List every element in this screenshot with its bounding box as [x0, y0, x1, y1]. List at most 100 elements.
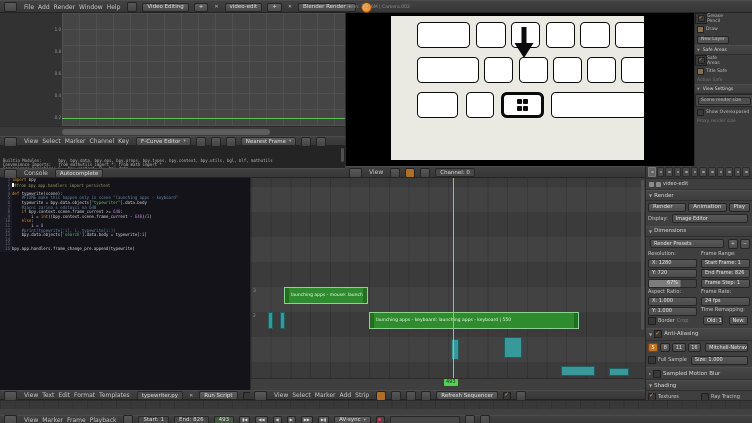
console-scrollbar[interactable]	[341, 148, 344, 162]
sequencer-view-icon[interactable]	[390, 168, 400, 178]
menu-item[interactable]: Text	[40, 392, 56, 399]
tab-constraints-icon[interactable]	[691, 167, 699, 177]
text-editor-type-icon[interactable]	[4, 391, 17, 401]
smb-enable-checkbox[interactable]	[653, 370, 661, 378]
sidebar-row[interactable]: Show Overexposed	[695, 107, 752, 117]
ghost-curves-icon[interactable]	[211, 137, 221, 147]
jump-end-button[interactable]: ▶▮	[318, 416, 329, 423]
menu-item[interactable]: Frame	[65, 417, 88, 423]
aa-enable-checkbox[interactable]	[654, 330, 662, 338]
preview-display-icon[interactable]	[391, 391, 401, 401]
tab-scene-icon[interactable]	[665, 167, 673, 177]
remap-new-field[interactable]: New: 100	[729, 316, 749, 325]
add-scene-button[interactable]: +	[267, 3, 282, 12]
autocomplete-button[interactable]: Autocomplete	[55, 169, 103, 178]
render-animation-button[interactable]: Animation	[688, 203, 726, 212]
effect-strip[interactable]	[561, 366, 595, 376]
channel-field[interactable]: Channel: 0	[435, 168, 475, 177]
aspect-y-field[interactable]: Y: 1.000	[648, 307, 697, 316]
remove-preset-button[interactable]: −	[740, 239, 750, 249]
effect-strip[interactable]	[268, 312, 273, 329]
timeline-track[interactable]	[0, 401, 752, 409]
sidebar-row[interactable]: New Layer	[695, 34, 752, 45]
checkbox[interactable]	[697, 26, 704, 33]
delete-keyframe-icon[interactable]	[480, 415, 490, 423]
start-frame-field[interactable]: Start: 1	[138, 416, 169, 423]
border-checkbox[interactable]	[648, 317, 656, 325]
menu-item[interactable]: View	[22, 392, 40, 399]
menu-item[interactable]: Strip	[353, 392, 371, 399]
start-frame-field[interactable]: Start Frame: 1	[701, 259, 750, 268]
run-script-button[interactable]: Run Script	[199, 391, 237, 400]
sidebar-row[interactable]: Grease Pencil	[695, 13, 707, 24]
tab-modifiers-icon[interactable]	[699, 167, 707, 177]
frames-seconds-icon[interactable]	[123, 415, 133, 423]
menu-item[interactable]: View	[22, 417, 40, 423]
sequencer-preview[interactable]: Grease Pencil Draw New Layer Safe Areas …	[345, 13, 752, 166]
graph-mode-select[interactable]: F-Curve Editor▾	[136, 137, 191, 146]
aa-size-field[interactable]: Size: 1.000	[691, 356, 748, 365]
menu-item[interactable]: View	[272, 392, 290, 399]
render-button[interactable]: Render	[648, 203, 686, 212]
panel-sampled-motion-blur[interactable]: ▸ Sampled Motion Blur	[646, 367, 752, 380]
render-presets-select[interactable]: Render Presets	[650, 239, 724, 248]
full-sample-checkbox[interactable]	[648, 356, 656, 364]
play-reverse-button[interactable]: ◀	[273, 416, 282, 423]
vse-scrollbar[interactable]	[641, 180, 644, 330]
resolution-x-field[interactable]: X: 1280	[648, 259, 697, 268]
tab-texture-icon[interactable]	[725, 167, 733, 177]
sequence-strip[interactable]: launching apps - keyboard: launching app…	[369, 312, 579, 329]
panel-expand-icon[interactable]: ▼	[649, 193, 652, 198]
sidebar-row[interactable]: Title Safe	[695, 66, 752, 76]
menu-item[interactable]: Marker	[63, 138, 88, 145]
snap-icon[interactable]	[421, 391, 431, 401]
normalize-icon[interactable]	[226, 137, 236, 147]
panel-render[interactable]: ▼ Render	[646, 190, 752, 201]
tab-object-icon[interactable]	[682, 167, 690, 177]
play-button[interactable]: ▶	[287, 416, 296, 423]
graph-frame-ruler[interactable]: 6106206306406506606706806907007107207307…	[57, 126, 345, 136]
menu-item[interactable]: Edit	[56, 392, 72, 399]
tab-particles-icon[interactable]	[734, 167, 742, 177]
vse-editor-type-icon[interactable]	[254, 391, 267, 401]
menu-item[interactable]: Render	[52, 4, 77, 11]
frame-rate-select[interactable]: 24 fps	[701, 297, 750, 306]
graph-editor-type-icon[interactable]	[4, 137, 17, 147]
luma-waveform-icon[interactable]	[420, 168, 430, 178]
sidebar-row[interactable]: Draw	[695, 24, 752, 34]
menu-item[interactable]: File	[22, 4, 36, 11]
playhead[interactable]	[453, 178, 454, 384]
menu-item[interactable]: Add	[36, 4, 52, 11]
prev-keyframe-button[interactable]: ◀◀	[255, 416, 267, 423]
resolution-y-field[interactable]: Y: 720	[648, 269, 697, 278]
end-frame-field[interactable]: End Frame: 826	[701, 269, 750, 278]
menu-item[interactable]: Format	[72, 392, 97, 399]
close-scene-icon[interactable]: ✕	[287, 4, 293, 10]
sequencer-strip-area[interactable]: 32 launching apps - mouse: launching app…	[251, 178, 646, 378]
aa-samples-16-button[interactable]: 16	[688, 343, 701, 352]
menu-item[interactable]: Playback	[88, 417, 119, 423]
checkbox[interactable]	[697, 109, 704, 116]
both-display-icon[interactable]	[406, 391, 416, 401]
menu-item[interactable]: Marker	[40, 417, 65, 423]
panel-expand-icon[interactable]: ▼	[649, 332, 652, 337]
view-menu[interactable]: View	[367, 169, 385, 176]
resolution-percentage-slider[interactable]: 67%	[648, 279, 697, 288]
tab-data-icon[interactable]	[708, 167, 716, 177]
refresh-sequencer-button[interactable]: Refresh Sequencer	[436, 391, 498, 400]
menu-item[interactable]: Select	[290, 392, 313, 399]
effect-strip[interactable]	[609, 368, 629, 376]
panel-collapsed-icon[interactable]: ▸	[649, 371, 651, 376]
menu-item[interactable]: Select	[40, 138, 63, 145]
text-editor[interactable]: 1 import bpy 2 #from bpy.app.handlers im…	[0, 178, 250, 390]
console-editor-type-icon[interactable]	[4, 169, 17, 179]
editor-type-icon[interactable]	[4, 2, 17, 12]
display-select[interactable]: Image Editor	[672, 214, 748, 223]
raytracing-checkbox[interactable]	[701, 393, 709, 401]
menu-item[interactable]: View	[22, 138, 40, 145]
checkbox[interactable]	[698, 57, 705, 64]
unlink-datablock-icon[interactable]: ✕	[188, 393, 194, 399]
aa-filter-select[interactable]: Mitchell-Netravali	[705, 343, 748, 352]
close-layout-icon[interactable]: ✕	[213, 4, 219, 10]
sidebar-row[interactable]: Proxy render size	[695, 117, 752, 125]
